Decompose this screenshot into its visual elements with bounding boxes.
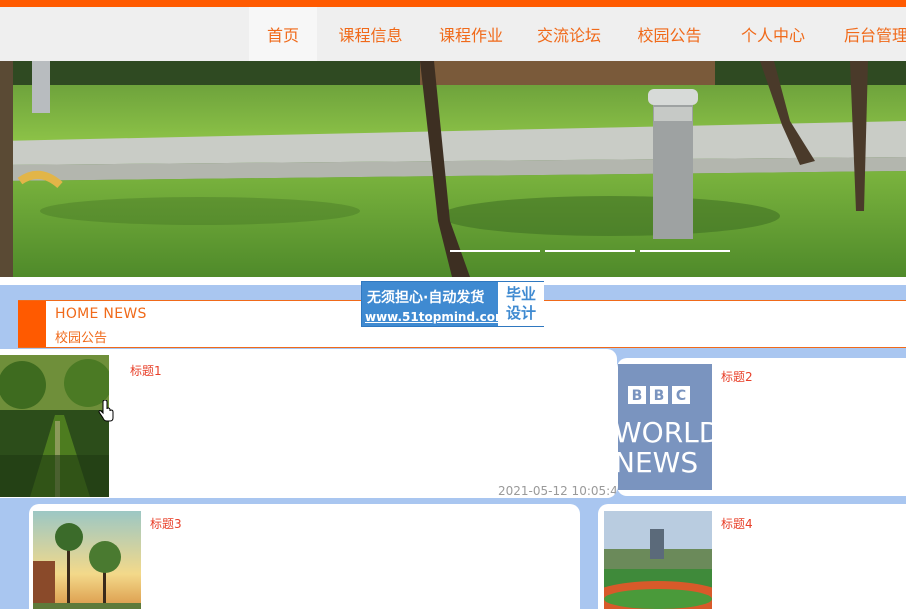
news-thumb-image-4 [604,511,712,609]
watermark-url: www.51topmind.com [365,310,508,324]
nav-item-announcements[interactable]: 校园公告 [620,7,719,61]
news-thumb-4[interactable] [604,511,712,609]
banner-carousel[interactable] [0,61,906,277]
banner-image [0,61,906,277]
main-nav: 首页 课程信息 课程作业 交流论坛 校园公告 个人中心 后台管理 [249,7,906,61]
nav-item-personal-center[interactable]: 个人中心 [719,7,827,61]
carousel-dot-3[interactable] [640,250,730,252]
watermark-slogan: 无须担心·自动发货 [367,290,485,306]
bbc-world-news-logo: B B C WORLD NEWS [618,364,712,490]
news-date-1: 2021-05-12 10:05:43 [498,484,617,498]
nav-item-home[interactable]: 首页 [249,7,317,61]
carousel-dot-1[interactable] [450,250,540,252]
header-accent-block [18,301,46,347]
svg-text:C: C [676,388,686,404]
news-thumb-image-3 [33,511,141,609]
svg-text:WORLD: WORLD [618,416,712,449]
news-title-1[interactable]: 标题1 [130,362,162,379]
news-thumb-2[interactable]: B B C WORLD NEWS [618,364,712,490]
section-title-cn: 校园公告 [55,331,108,346]
section-title-en: HOME NEWS [55,306,147,322]
nav-item-course-info[interactable]: 课程信息 [317,7,424,61]
news-title-3[interactable]: 标题3 [150,515,182,532]
nav-item-course-homework[interactable]: 课程作业 [424,7,518,61]
watermark-tag: 毕业 设计 [498,282,544,326]
main-navbar: 首页 课程信息 课程作业 交流论坛 校园公告 个人中心 后台管理 [0,7,906,61]
news-card-2[interactable]: B B C WORLD NEWS 标题2 [617,358,906,496]
carousel-dot-2[interactable] [545,250,635,252]
watermark-badge: 无须担心·自动发货 www.51topmind.com 毕业 设计 [361,281,544,327]
watermark-text: 无须担心·自动发货 www.51topmind.com [362,282,508,326]
top-accent-bar [0,0,906,7]
news-card-1[interactable]: 标题1 2021-05-12 10:05:43 [0,349,617,498]
news-title-2[interactable]: 标题2 [721,368,753,385]
nav-item-forum[interactable]: 交流论坛 [518,7,620,61]
svg-text:B: B [654,388,665,404]
nav-item-admin[interactable]: 后台管理 [827,7,906,61]
news-title-4[interactable]: 标题4 [721,515,753,532]
watermark-tag-line1: 毕业 [505,285,536,303]
news-card-3[interactable]: 标题3 [29,504,580,609]
news-thumb-1[interactable] [0,355,109,497]
news-card-4[interactable]: 标题4 [598,504,906,609]
svg-text:B: B [632,388,643,404]
news-thumb-3[interactable] [33,511,141,609]
svg-text:NEWS: NEWS [618,446,698,479]
watermark-tag-line2: 设计 [505,304,536,322]
news-thumb-image-1 [0,355,109,497]
carousel-indicators [450,250,730,252]
